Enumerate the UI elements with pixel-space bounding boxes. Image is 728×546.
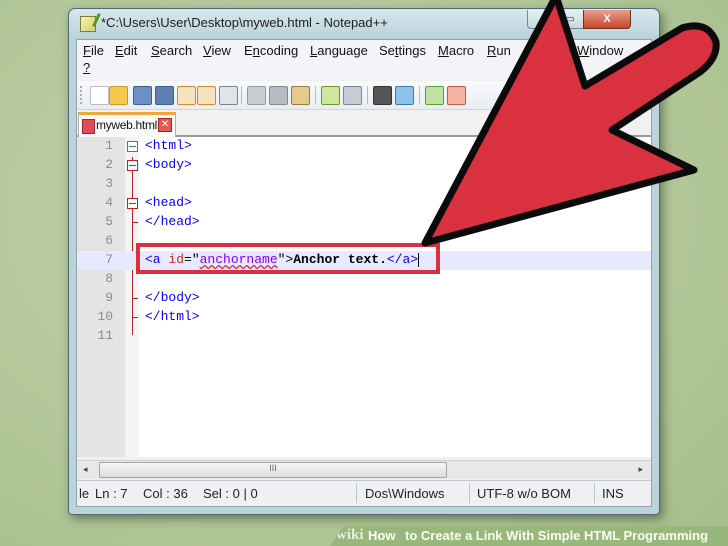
- banner-how: How: [368, 528, 396, 543]
- annotation-arrow-icon: [421, 0, 720, 247]
- banner-title: to Create a Link With Simple HTML Progra…: [405, 528, 709, 543]
- wikihow-banner: wiki How to Create a Link With Simple HT…: [330, 526, 728, 546]
- annotation-arrow-shape: [421, 0, 720, 247]
